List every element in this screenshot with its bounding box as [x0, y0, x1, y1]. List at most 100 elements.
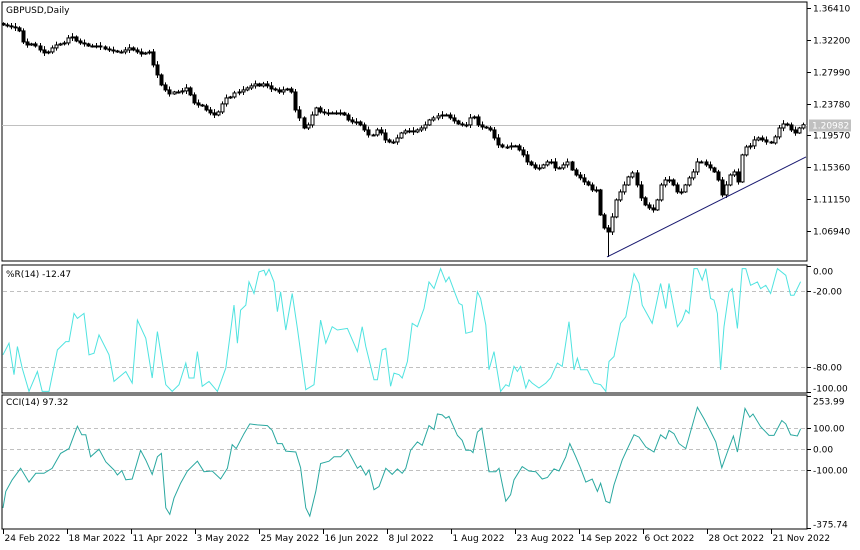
bear-candle-body: [736, 171, 741, 183]
bull-candle-body: [561, 164, 566, 169]
bull-candle-body: [228, 96, 233, 99]
bull-candle-body: [431, 117, 436, 121]
bull-candle-body: [399, 132, 404, 139]
bear-candle-body: [1, 22, 6, 26]
bear-candle-body: [342, 112, 347, 116]
bull-candle-body: [797, 127, 802, 134]
date-tick-label: 11 Apr 2022: [133, 534, 189, 544]
bull-candle-body: [509, 145, 514, 148]
bull-candle-body: [419, 127, 424, 131]
candle: [602, 212, 607, 230]
bear-candle-body: [411, 130, 416, 133]
bear-candle-body: [318, 107, 323, 113]
bull-candle-body: [549, 161, 554, 164]
bull-candle-body: [444, 114, 449, 117]
candle: [399, 131, 404, 139]
bear-candle-body: [760, 137, 765, 141]
bull-candle-body: [724, 184, 729, 196]
bear-candle-body: [708, 164, 713, 169]
bear-candle-body: [529, 161, 534, 166]
bull-candle-body: [679, 191, 684, 194]
bull-candle-body: [58, 43, 63, 46]
bear-candle-body: [188, 87, 193, 96]
bear-candle-body: [5, 24, 10, 27]
bear-candle-body: [496, 137, 501, 146]
bear-candle-body: [525, 154, 530, 163]
candle: [635, 169, 640, 188]
bear-candle-body: [379, 129, 384, 134]
date-tick-label: 8 Jul 2022: [389, 534, 434, 544]
bear-candle-body: [265, 83, 270, 87]
candle: [614, 198, 619, 219]
bull-candle-body: [740, 154, 745, 183]
bear-candle-body: [269, 85, 274, 90]
bear-candle-body: [74, 36, 79, 42]
bull-candle-body: [440, 114, 445, 117]
bear-candle-body: [196, 102, 201, 106]
candle: [598, 188, 603, 216]
bull-candle-body: [143, 52, 148, 55]
candle: [683, 183, 688, 193]
candle: [293, 89, 298, 113]
bear-candle-body: [204, 105, 209, 111]
bull-candle-body: [54, 44, 59, 49]
wpr-tick-label: 0.00: [813, 268, 833, 278]
bull-candle-body: [801, 124, 806, 129]
bull-candle-body: [748, 145, 753, 148]
wpr-label: %R(14) -12.47: [6, 270, 71, 280]
chart[interactable]: 1.36410 1.32200 1.27990 1.23780 1.19570 1.153…: [0, 0, 860, 550]
bear-candle-body: [25, 41, 30, 46]
bull-candle-body: [732, 171, 737, 176]
bear-candle-body: [21, 30, 26, 43]
bull-candle-body: [334, 112, 339, 115]
wpr-tick-label: -80.00: [813, 364, 842, 374]
bear-candle-body: [358, 121, 363, 126]
bear-candle-body: [322, 111, 327, 114]
bull-candle-body: [513, 145, 518, 148]
date-axis: 24 Feb 2022 18 Mar 2022 11 Apr 2022 3 May 2…: [3, 529, 830, 544]
price-tick-label: 1.36410: [813, 5, 850, 15]
candle: [570, 160, 575, 171]
bull-candle-body: [472, 116, 477, 119]
bear-candle-body: [192, 94, 197, 104]
bull-candle-body: [371, 134, 376, 137]
bull-candle-body: [314, 107, 319, 116]
bull-candle-body: [310, 114, 315, 126]
bear-candle-body: [521, 149, 526, 156]
bull-candle-body: [630, 172, 635, 178]
candle: [671, 178, 676, 187]
price-tick-label: 1.23780: [813, 101, 850, 111]
bear-candle-body: [476, 116, 481, 126]
price-panel[interactable]: 1.36410 1.32200 1.27990 1.23780 1.19570 1.153…: [1, 1, 851, 262]
bull-candle-body: [667, 179, 672, 182]
price-tick-label: 1.11150: [813, 196, 850, 206]
bull-candle-body: [659, 184, 664, 201]
bear-candle-body: [200, 104, 205, 107]
bear-candle-body: [212, 112, 217, 116]
williams-r-panel[interactable]: 0.00 -20.00 -80.00 -100.00: [1, 264, 848, 395]
price-tick-label: 1.06940: [813, 228, 850, 238]
bear-candle-body: [302, 117, 307, 129]
bull-candle-body: [62, 42, 67, 45]
bear-candle-body: [533, 164, 538, 169]
bull-candle-body: [756, 137, 761, 141]
bull-candle-body: [614, 199, 619, 218]
price-tick-label: 1.19570: [813, 132, 850, 142]
candle: [541, 163, 546, 169]
bull-candle-body: [594, 189, 599, 192]
date-tick-label: 23 Aug 2022: [517, 534, 575, 544]
bear-candle-body: [500, 144, 505, 148]
candle: [21, 28, 26, 44]
bear-candle-body: [115, 50, 120, 53]
bull-candle-body: [557, 167, 562, 170]
wpr-tick-label: -100.00: [813, 385, 848, 395]
candle: [720, 177, 725, 198]
bear-candle-body: [570, 161, 575, 171]
cci-panel[interactable]: 253.99 100.00 0.00 -100.00 -375.74: [1, 394, 848, 531]
candle: [626, 175, 631, 186]
bull-candle-body: [436, 115, 441, 119]
bear-candle-body: [13, 26, 18, 29]
candle: [188, 86, 193, 97]
bear-candle-body: [163, 84, 168, 91]
bear-candle-body: [480, 124, 485, 128]
